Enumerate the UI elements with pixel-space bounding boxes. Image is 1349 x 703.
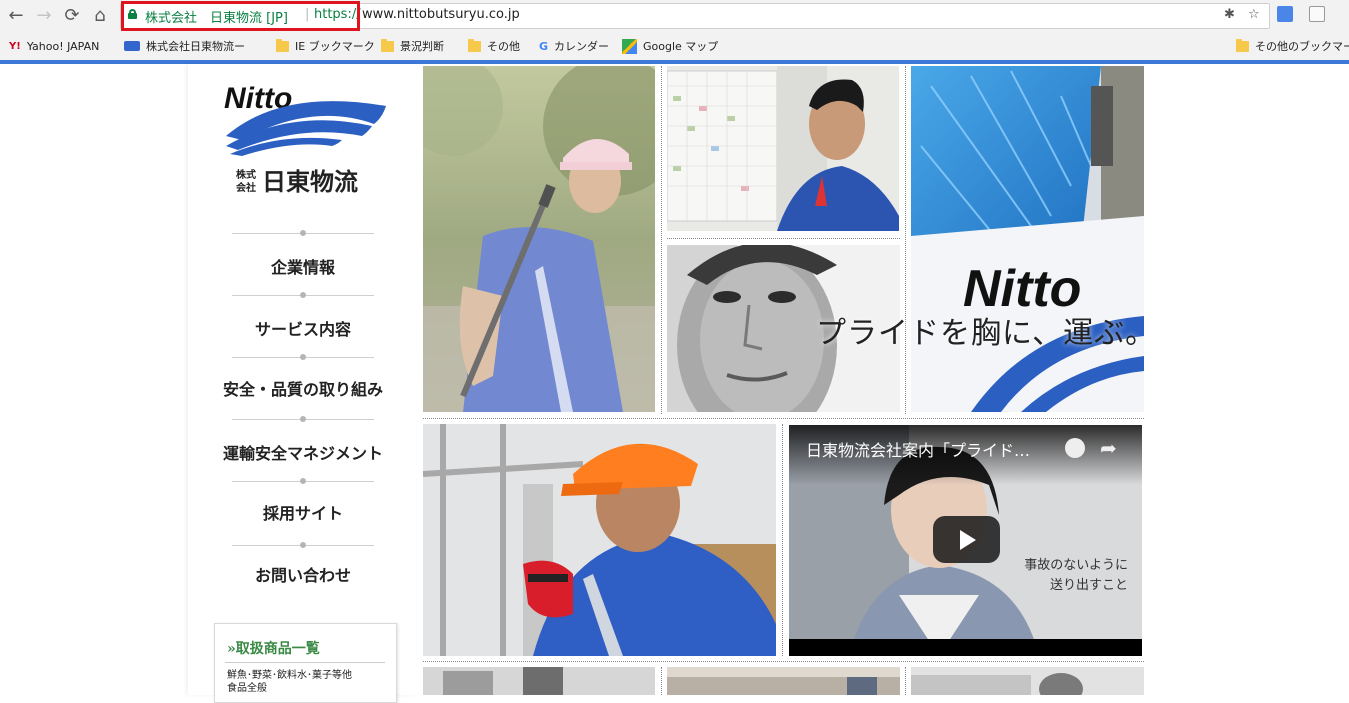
menu-transport-safety[interactable]: 運輸安全マネジメント [205, 440, 401, 464]
bookmark-keikyo[interactable]: 景況判断 [381, 38, 444, 54]
yahoo-icon: Y! [9, 40, 21, 52]
logo-company: 日東物流 [262, 168, 358, 196]
photo-worker-orange-cap [423, 424, 776, 656]
bookmark-star-icon[interactable]: ☆ [1248, 7, 1260, 22]
bookmark-nitto[interactable]: 株式会社日東物流ー [124, 38, 245, 54]
photo-worker-hose [423, 66, 655, 412]
nitto-logo[interactable]: Nitto 株式 会社 日東物流 [222, 80, 392, 200]
url-host: www.nittobutsuryu.co.jp [362, 7, 520, 22]
menu-dot [300, 292, 306, 298]
highlight-box [121, 1, 360, 31]
forward-button[interactable]: → [34, 6, 54, 26]
video-caption: 事故のないように 送り出すこと [1024, 558, 1128, 593]
video-title[interactable]: 日東物流会社案内「プライド… [806, 437, 1030, 461]
photo-bottom-middle [667, 667, 900, 695]
menu-dot [300, 542, 306, 548]
products-divider [225, 662, 385, 663]
products-box[interactable]: »取扱商品一覧 鮮魚･野菜･飲料水･菓子等他 食品全般 [214, 623, 397, 703]
photo-bus-wash: Nitto [911, 66, 1144, 412]
menu-services[interactable]: サービス内容 [205, 316, 401, 340]
products-text: 鮮魚･野菜･飲料水･菓子等他 食品全般 [227, 670, 352, 694]
browser-toolbar: ← → ⟳ ⌂ 株式会社 日東物流 [JP] | https:// www.ni… [0, 0, 1349, 32]
menu-safety-quality[interactable]: 安全・品質の取り組み [205, 376, 401, 400]
menu-dot [300, 416, 306, 422]
menu-dot [300, 230, 306, 236]
folder-icon [468, 38, 481, 52]
menu-dot [300, 354, 306, 360]
bookmark-other[interactable]: その他のブックマーク [1236, 38, 1349, 54]
menu-company-info[interactable]: 企業情報 [205, 254, 401, 278]
logo-kabushiki: 株式 [236, 168, 256, 181]
menu-contact[interactable]: お問い合わせ [205, 562, 401, 586]
grid-divider [423, 661, 1144, 662]
share-icon[interactable]: ➦ [1100, 436, 1117, 460]
bookmark-calendar[interactable]: G カレンダー [539, 38, 609, 54]
photo-bottom-right [911, 667, 1144, 695]
photo-man-whiteboard [667, 66, 899, 231]
grid-divider [661, 667, 662, 695]
grid-divider [905, 667, 906, 695]
reload-button[interactable]: ⟳ [62, 6, 82, 26]
photo-bottom-left [423, 667, 655, 695]
grid-divider [661, 66, 662, 414]
bookmark-yahoo[interactable]: Y! Yahoo! JAPAN [9, 38, 99, 54]
products-title[interactable]: »取扱商品一覧 [227, 638, 320, 658]
translate-blocked-icon[interactable]: ✱ [1224, 7, 1235, 22]
bookmark-ie[interactable]: IE ブックマーク [276, 38, 375, 54]
maps-icon [622, 38, 637, 54]
svg-text:会社: 会社 [236, 181, 256, 194]
extension-icon[interactable] [1309, 6, 1325, 22]
grid-divider [782, 424, 783, 656]
hero-tagline: プライドを胸に、運ぶ。 [816, 316, 1157, 351]
google-icon: G [539, 39, 549, 53]
google-translate-icon[interactable] [1277, 6, 1293, 22]
grid-divider [667, 238, 900, 239]
watch-later-icon[interactable] [1065, 438, 1085, 458]
folder-icon [1236, 38, 1249, 52]
folder-icon [381, 38, 394, 52]
menu-recruit[interactable]: 採用サイト [205, 500, 401, 524]
folder-icon [276, 38, 289, 52]
grid-divider [905, 66, 906, 414]
home-button[interactable]: ⌂ [90, 6, 110, 26]
menu-dot [300, 478, 306, 484]
site-icon [124, 41, 140, 51]
bookmarks-bar: Y! Yahoo! JAPAN 株式会社日東物流ー IE ブックマーク 景況判断… [0, 32, 1349, 60]
bookmark-sonota[interactable]: その他 [468, 38, 520, 54]
back-button[interactable]: ← [6, 6, 26, 26]
play-icon [960, 530, 976, 550]
grid-divider [423, 418, 1144, 419]
bookmark-maps[interactable]: Google マップ [622, 38, 718, 54]
